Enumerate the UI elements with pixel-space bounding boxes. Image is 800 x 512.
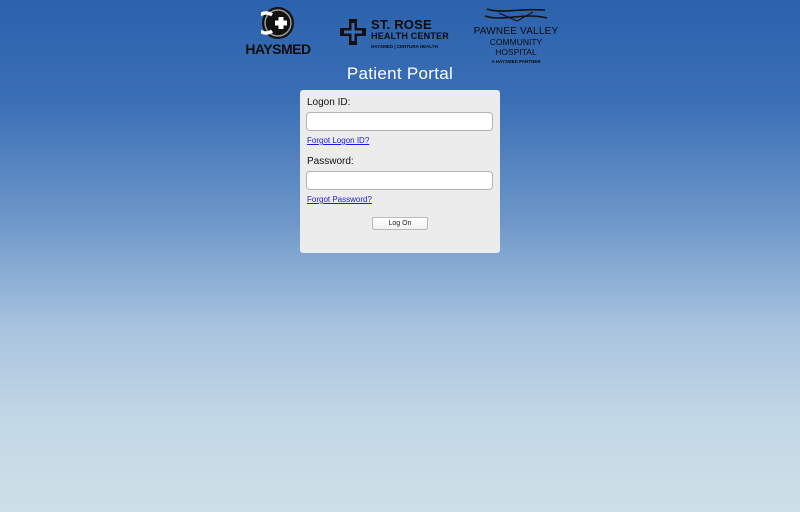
logon-id-input[interactable] <box>306 112 493 131</box>
pawnee-subtitle: COMMUNITY HOSPITAL <box>489 37 543 57</box>
st-rose-logo: ST. ROSE HEALTH CENTER HAYSMED | CENTURA… <box>338 14 458 54</box>
page-title: Patient Portal <box>346 64 454 83</box>
pawnee-valley-swoosh-icon <box>484 8 548 22</box>
haysmed-wordmark: HAYSMED <box>245 41 311 57</box>
password-input[interactable] <box>306 171 493 190</box>
haysmed-logo: HAYSMED <box>238 6 318 62</box>
password-label: Password: <box>307 156 354 167</box>
haysmed-cross-icon <box>261 7 294 39</box>
pawnee-valley-logo: PAWNEE VALLEY COMMUNITY HOSPITAL A HAYSM… <box>468 6 564 64</box>
forgot-logon-id-link[interactable]: Forgot Logon ID? <box>307 136 369 145</box>
log-on-button[interactable]: Log On <box>372 217 428 230</box>
st-rose-subtitle: HEALTH CENTER <box>371 31 449 41</box>
partner-logos: HAYSMED ST. ROSE HEALTH CENTER HAYSMED |… <box>0 0 800 66</box>
st-rose-cross-icon <box>340 19 366 45</box>
pawnee-name: PAWNEE VALLEY <box>473 26 559 37</box>
logon-id-label: Logon ID: <box>307 97 351 108</box>
st-rose-affiliation: HAYSMED | CENTURA HEALTH <box>371 44 438 49</box>
forgot-password-link[interactable]: Forgot Password? <box>307 195 372 204</box>
login-panel: Logon ID: Forgot Logon ID? Password: For… <box>300 90 500 253</box>
st-rose-name: ST. ROSE <box>371 17 432 32</box>
